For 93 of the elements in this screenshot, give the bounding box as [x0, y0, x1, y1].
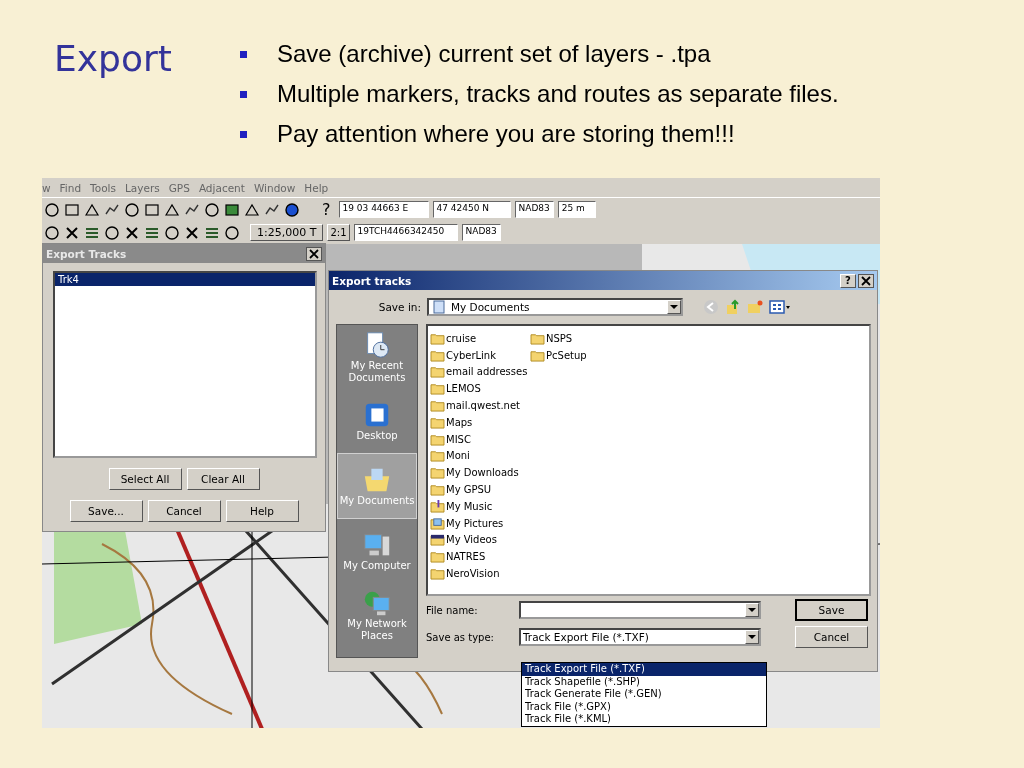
coordinate-field[interactable]: 19 03 44663 E [338, 201, 429, 218]
folder-icon [430, 331, 445, 345]
folder-name[interactable]: cruise [446, 332, 477, 344]
folder-icon [430, 399, 445, 413]
close-icon[interactable] [306, 246, 322, 261]
dropdown-arrow-icon[interactable] [670, 305, 678, 309]
bullet-icon [240, 90, 247, 98]
folder-name[interactable]: NeroVision [446, 568, 500, 580]
track-item[interactable]: Trk4 [55, 273, 315, 286]
folder-name[interactable]: MISC [446, 433, 471, 445]
dialog-button[interactable]: Cancel [147, 500, 221, 522]
bullet-icon [240, 50, 247, 58]
folder-name[interactable]: My Downloads [446, 467, 519, 479]
menu-item[interactable]: Find [59, 181, 82, 194]
file-name-label: File name: [426, 604, 479, 616]
file-name-field[interactable] [519, 601, 761, 619]
file-type-option[interactable]: Track Export File (*.TXF) [522, 663, 766, 676]
coordinate-field[interactable]: 47 42450 N [432, 201, 511, 218]
globe-icon[interactable] [284, 201, 300, 218]
dropdown-arrow-icon[interactable] [748, 608, 756, 612]
slide-title: Export [54, 37, 173, 81]
save-in-label: Save in: [377, 301, 421, 313]
file-type-dropdown[interactable]: Track Export File (*.TXF) [519, 628, 761, 646]
folder-name[interactable]: email addresses [446, 366, 528, 378]
help-button[interactable]: ? [840, 273, 856, 288]
help-mark[interactable]: ? [322, 200, 331, 219]
file-type-option[interactable]: Track Shapefile (*.SHP) [522, 675, 766, 689]
select-button[interactable]: Select All [108, 468, 182, 490]
menu-item[interactable]: Tools [90, 181, 116, 194]
scale-button[interactable]: 1:25,000 T [250, 224, 324, 241]
ratio-button[interactable]: 2:1 [327, 224, 350, 241]
folder-icon [430, 382, 445, 396]
folder-name[interactable]: Maps [446, 416, 473, 428]
place-item[interactable]: My Recent Documents [337, 325, 417, 389]
folder-icon [430, 567, 445, 581]
file-type-option[interactable]: Track File (*.KML) [522, 713, 766, 726]
menu-item[interactable]: Adjacent [198, 181, 245, 194]
bullet-text: Multiple markers, tracks and routes as separate files. [277, 80, 839, 108]
save-button[interactable]: Save [795, 599, 868, 621]
menu-item[interactable]: GPS [168, 181, 190, 194]
dropdown-arrow-icon[interactable] [748, 635, 756, 639]
folder-name[interactable]: My Music [446, 500, 493, 512]
place-item[interactable]: My Network Places [337, 583, 417, 647]
menu-item[interactable]: Window [253, 181, 296, 194]
folder-name[interactable]: LEMOS [446, 383, 481, 395]
folder-icon [430, 449, 445, 463]
bullet-text: Pay attention where you are storing them!!! [277, 120, 735, 148]
folder-name[interactable]: NATRES [446, 551, 486, 563]
file-type-option[interactable]: Track File (*.GPX) [522, 700, 766, 714]
bullet-icon [240, 130, 247, 138]
folder-icon [530, 331, 545, 345]
folder-name[interactable]: NSPS [546, 332, 573, 344]
folder-icon [430, 550, 445, 564]
window-title: Export Tracks [46, 247, 127, 260]
folder-name[interactable]: PcSetup [546, 349, 587, 361]
save-as-type-label: Save as type: [426, 631, 495, 643]
menu-item[interactable]: w [42, 181, 51, 194]
music-folder-icon [430, 499, 445, 513]
dialog-button[interactable]: Save... [69, 500, 143, 522]
select-button[interactable]: Clear All [186, 468, 260, 490]
place-item[interactable]: My Computer [337, 519, 417, 583]
folder-icon [430, 466, 445, 480]
film-folder-icon [430, 533, 445, 547]
save-in-dropdown[interactable]: My Documents [427, 298, 683, 316]
folder-icon [430, 365, 445, 379]
folder-icon [430, 415, 445, 429]
view-menu-icon[interactable] [769, 299, 791, 315]
coordinate-field[interactable]: 19TCH4466342450 [353, 224, 458, 241]
folder-name[interactable]: My GPSU [446, 484, 492, 496]
coordinate-field[interactable]: NAD83 [461, 224, 501, 241]
bullet-text: Save (archive) current set of layers - .tpa [277, 40, 711, 68]
coordinate-field[interactable]: 25 m [557, 201, 596, 218]
new-folder-icon[interactable] [747, 299, 763, 315]
menu-item[interactable]: Help [304, 181, 329, 194]
menu-item[interactable]: Layers [125, 181, 160, 194]
folder-name[interactable]: Moni [446, 450, 470, 462]
coordinate-field[interactable]: NAD83 [514, 201, 554, 218]
dialog-title: Export tracks [332, 274, 412, 287]
pictures-folder-icon [430, 516, 445, 530]
close-icon[interactable] [858, 273, 874, 288]
folder-name[interactable]: My Pictures [446, 517, 504, 529]
file-type-option[interactable]: Track Generate File (*.GEN) [522, 688, 766, 701]
folder-icon [430, 432, 445, 446]
folder-icon [430, 483, 445, 497]
cancel-button[interactable]: Cancel [795, 626, 868, 648]
document-icon [431, 299, 447, 315]
folder-icon [530, 348, 545, 362]
folder-icon [430, 348, 445, 362]
place-item[interactable]: Desktop [337, 389, 417, 453]
folder-name[interactable]: mail.qwest.net [446, 400, 520, 412]
folder-name[interactable]: CyberLink [446, 349, 496, 361]
folder-name[interactable]: My Videos [446, 534, 497, 546]
dialog-button[interactable]: Help [225, 500, 299, 522]
